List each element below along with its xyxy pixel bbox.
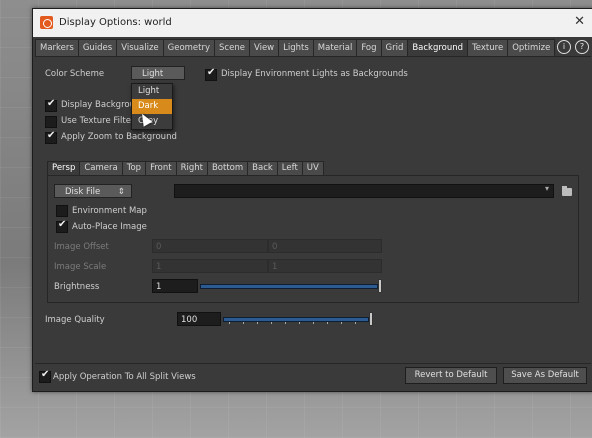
main-tabs: Markers Guides Visualize Geometry Scene View L… [35, 39, 556, 56]
brightness-slider-track [200, 284, 378, 289]
viewport-tab-camera[interactable]: Camera [79, 161, 123, 175]
auto-place-label: Auto-Place Image [72, 222, 147, 232]
save-as-default-button[interactable]: Save As Default [503, 367, 587, 384]
file-browse-icon[interactable] [562, 186, 572, 196]
tab-view[interactable]: View [248, 39, 280, 56]
image-quality-label: Image Quality [45, 315, 105, 325]
brightness-field[interactable]: 1 [152, 279, 198, 293]
tab-material[interactable]: Material [312, 39, 358, 56]
color-scheme-option-light[interactable]: Light [132, 84, 172, 99]
image-scale-y[interactable]: 1 [268, 259, 382, 273]
viewport-tab-top[interactable]: Top [121, 161, 147, 175]
tab-texture[interactable]: Texture [467, 39, 509, 56]
tab-optimize[interactable]: Optimize [507, 39, 556, 56]
viewport-tab-back[interactable]: Back [247, 161, 278, 175]
tab-fog[interactable]: Fog [356, 39, 382, 56]
env-lights-checkbox[interactable] [205, 67, 217, 81]
image-quality-field[interactable]: 100 [177, 312, 221, 326]
background-panel: Color Scheme Light LightDarkGrey Display… [35, 56, 591, 363]
tab-markers[interactable]: Markers [35, 39, 79, 56]
display-options-window: Display Options: world ✕ Markers Guides Vi… [32, 8, 592, 392]
color-scheme-dropdown: Light Dark Grey [131, 83, 173, 130]
env-map-checkbox[interactable] [56, 205, 68, 217]
window-title: Display Options: world [59, 17, 172, 28]
tab-grid[interactable]: Grid [380, 39, 409, 56]
viewport-tab-persp[interactable]: Persp [47, 161, 81, 175]
tab-background[interactable]: Background [407, 39, 469, 56]
image-offset-label: Image Offset [54, 242, 109, 252]
houdini-app-icon [40, 16, 53, 29]
image-offset-y[interactable]: 0 [268, 239, 382, 253]
updown-icon: ⇕ [117, 187, 125, 197]
env-lights-label: Display Environment Lights as Background… [221, 69, 408, 79]
color-scheme-label: Color Scheme [45, 69, 105, 79]
viewport-tab-left[interactable]: Left [276, 161, 303, 175]
apply-zoom-label: Apply Zoom to Background [61, 132, 177, 142]
display-background-checkbox[interactable] [45, 98, 57, 112]
brightness-label: Brightness [54, 282, 100, 292]
color-scheme-select[interactable]: Light [131, 66, 185, 80]
env-map-label: Environment Map [72, 206, 147, 216]
color-scheme-option-dark[interactable]: Dark [132, 99, 172, 114]
info-icon[interactable]: i [557, 40, 571, 54]
tab-geometry[interactable]: Geometry [162, 39, 216, 56]
viewport-tab-right[interactable]: Right [175, 161, 208, 175]
image-offset-x[interactable]: 0 [152, 239, 268, 253]
viewport-subpanel: Disk File ⇕ ▾ Environment Map Auto-Place… [47, 175, 579, 303]
tab-scene[interactable]: Scene [214, 39, 250, 56]
image-quality-slider-ticks [229, 322, 363, 324]
brightness-slider-handle[interactable] [378, 279, 382, 293]
help-icons: i ? [557, 40, 589, 54]
auto-place-checkbox[interactable] [56, 219, 68, 233]
viewport-tab-uv[interactable]: UV [301, 161, 324, 175]
viewport-tab-bottom[interactable]: Bottom [206, 161, 249, 175]
viewport-tabs: Persp Camera Top Front Right Bottom Back Left UV [47, 161, 324, 175]
tab-visualize[interactable]: Visualize [116, 39, 164, 56]
color-scheme-value: Light [142, 69, 164, 79]
apply-all-label: Apply Operation To All Split Views [53, 372, 196, 382]
file-dropdown-icon[interactable]: ▾ [545, 184, 549, 193]
image-file-field[interactable] [174, 184, 554, 198]
source-select[interactable]: Disk File ⇕ [54, 184, 132, 198]
apply-all-checkbox[interactable] [39, 369, 51, 383]
footer-separator [35, 363, 591, 364]
tab-lights[interactable]: Lights [278, 39, 314, 56]
image-scale-label: Image Scale [54, 262, 107, 272]
close-icon[interactable]: ✕ [574, 14, 585, 29]
image-scale-x[interactable]: 1 [152, 259, 268, 273]
image-quality-slider[interactable] [223, 312, 373, 326]
revert-to-default-button[interactable]: Revert to Default [405, 367, 497, 384]
apply-zoom-checkbox[interactable] [45, 130, 57, 144]
texture-filter-checkbox[interactable] [45, 116, 57, 128]
brightness-slider[interactable] [200, 279, 382, 293]
title-bar: Display Options: world ✕ [33, 9, 592, 37]
image-quality-slider-handle[interactable] [369, 312, 373, 326]
viewport-tab-front[interactable]: Front [145, 161, 177, 175]
tab-guides[interactable]: Guides [77, 39, 118, 56]
help-icon[interactable]: ? [575, 40, 589, 54]
source-value: Disk File [65, 187, 101, 197]
